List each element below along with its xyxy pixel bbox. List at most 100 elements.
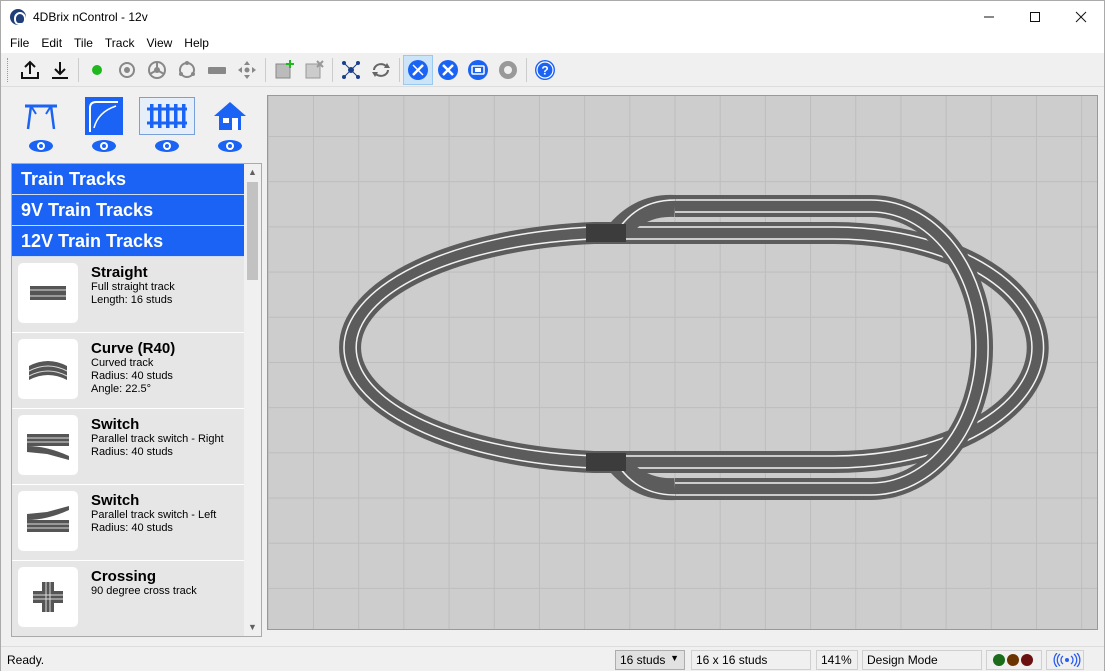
- straight-track-icon: [30, 286, 66, 300]
- eye-icon: [91, 140, 116, 152]
- signal-post-icon: [85, 98, 122, 134]
- settings-button[interactable]: [493, 55, 523, 85]
- upload-button[interactable]: [15, 55, 45, 85]
- minimize-icon: [984, 16, 994, 17]
- design-tools-button[interactable]: [403, 54, 433, 85]
- scrollbar-thumb[interactable]: [247, 182, 258, 280]
- wheel-icon: [148, 60, 166, 79]
- network-button[interactable]: [336, 55, 366, 85]
- library-panel: Train Tracks 9V Train Tracks 12V Train T…: [9, 93, 263, 637]
- amber-light-icon: [1007, 654, 1019, 666]
- connection-signal[interactable]: [1046, 650, 1084, 670]
- toolbar-grip[interactable]: [7, 57, 11, 82]
- category-buildings[interactable]: [198, 93, 261, 161]
- menu-view[interactable]: View: [140, 36, 178, 50]
- app-logo-icon: [10, 8, 26, 25]
- item-desc: Curved track: [91, 357, 154, 369]
- category-signals[interactable]: [72, 93, 135, 161]
- remove-tile-button[interactable]: [299, 55, 329, 85]
- library-item-straight[interactable]: Straight Full straight track Length: 16 …: [12, 257, 244, 333]
- category-tracks[interactable]: [135, 93, 198, 161]
- stud-size-value: 16 studs: [620, 653, 666, 667]
- sensor-button[interactable]: [112, 55, 142, 85]
- inner-loop-track[interactable]: [339, 222, 1049, 473]
- library-item-switch-right[interactable]: Switch Parallel track switch - Right Rad…: [12, 409, 244, 485]
- toolbar-separator: [399, 57, 400, 82]
- item-desc: Parallel track switch - Left: [91, 509, 217, 521]
- item-desc: Full straight track: [91, 281, 175, 293]
- sensor-icon: [119, 61, 135, 78]
- green-dot-icon: [92, 64, 102, 75]
- train-button[interactable]: [202, 55, 232, 85]
- move-button[interactable]: [232, 55, 262, 85]
- category-station[interactable]: [9, 93, 72, 161]
- item-desc: Length: 16 studs: [91, 294, 173, 306]
- help-button[interactable]: ?: [530, 55, 560, 85]
- loop-button[interactable]: [172, 55, 202, 85]
- group-train-tracks[interactable]: Train Tracks: [12, 164, 244, 195]
- station-icon: [24, 104, 57, 130]
- grid-size-label: 16 x 16 studs: [691, 650, 811, 670]
- item-name: Crossing: [91, 568, 157, 585]
- minimize-button[interactable]: [966, 1, 1012, 32]
- track-library-list: Train Tracks 9V Train Tracks 12V Train T…: [11, 163, 262, 637]
- track-rails-icon: [146, 104, 187, 128]
- cycle-button[interactable]: [366, 55, 396, 85]
- toolbar-separator: [78, 57, 79, 82]
- menu-bar: File Edit Tile Track View Help: [1, 32, 1104, 53]
- menu-edit[interactable]: Edit: [35, 36, 68, 50]
- menu-track[interactable]: Track: [99, 36, 141, 50]
- help-icon: ?: [535, 59, 555, 80]
- eye-icon: [217, 140, 242, 152]
- item-desc: Radius: 40 studs: [91, 446, 173, 458]
- zoom-level: 141%: [816, 650, 858, 670]
- library-item-crossing[interactable]: Crossing 90 degree cross track: [12, 561, 244, 636]
- monitor-button[interactable]: [463, 55, 493, 85]
- library-item-switch-left[interactable]: Switch Parallel track switch - Left Radi…: [12, 485, 244, 561]
- menu-tile[interactable]: Tile: [68, 36, 99, 50]
- layout-canvas[interactable]: [267, 95, 1098, 630]
- menu-file[interactable]: File: [4, 36, 35, 50]
- network-icon: [342, 60, 360, 79]
- toolbar-separator: [332, 57, 333, 82]
- item-desc: Parallel track switch - Right: [91, 433, 224, 445]
- curve-track-thumb: [18, 339, 78, 399]
- svg-text:?: ?: [541, 63, 548, 77]
- connect-button[interactable]: [82, 55, 112, 85]
- group-12v-train-tracks[interactable]: 12V Train Tracks: [12, 226, 244, 257]
- wireless-signal-icon: [1053, 653, 1081, 667]
- maximize-button[interactable]: [1012, 1, 1058, 32]
- stud-size-select[interactable]: 16 studs ▼: [615, 650, 685, 670]
- tools-icon: [438, 59, 458, 80]
- window-title: 4DBrix nControl - 12v: [33, 9, 148, 24]
- item-name: Switch: [91, 492, 140, 509]
- tools-button[interactable]: [433, 55, 463, 85]
- menu-help[interactable]: Help: [178, 36, 215, 50]
- item-desc: Angle: 22.5°: [91, 383, 152, 395]
- item-name: Switch: [91, 416, 140, 433]
- category-tabs: [9, 93, 263, 161]
- crossing-thumb: [18, 567, 78, 627]
- toolbar-separator: [265, 57, 266, 82]
- library-scrollbar[interactable]: ▲ ▼: [244, 164, 261, 636]
- chevron-down-icon[interactable]: ▼: [670, 653, 679, 663]
- outer-loop-track[interactable]: [675, 195, 993, 500]
- toolbar: ?: [1, 53, 1104, 87]
- toolbar-separator: [526, 57, 527, 82]
- settings-icon: [499, 60, 517, 79]
- curve-track-icon: [28, 361, 68, 380]
- library-item-curve[interactable]: Curve (R40) Curved track Radius: 40 stud…: [12, 333, 244, 409]
- close-button[interactable]: [1058, 1, 1104, 32]
- scroll-up-arrow-icon[interactable]: ▲: [244, 164, 261, 181]
- switch-left-thumb: [18, 491, 78, 551]
- wheel-button[interactable]: [142, 55, 172, 85]
- status-bar: Ready. 16 studs ▼ 16 x 16 studs 141% Des…: [1, 646, 1104, 671]
- download-button[interactable]: [45, 55, 75, 85]
- group-9v-train-tracks[interactable]: 9V Train Tracks: [12, 195, 244, 226]
- track-layout[interactable]: [268, 96, 1097, 629]
- straight-track-thumb: [18, 263, 78, 323]
- add-tile-button[interactable]: [269, 55, 299, 85]
- add-tile-icon: [275, 59, 294, 78]
- scroll-down-arrow-icon[interactable]: ▼: [244, 619, 261, 636]
- design-tools-icon: [408, 59, 428, 80]
